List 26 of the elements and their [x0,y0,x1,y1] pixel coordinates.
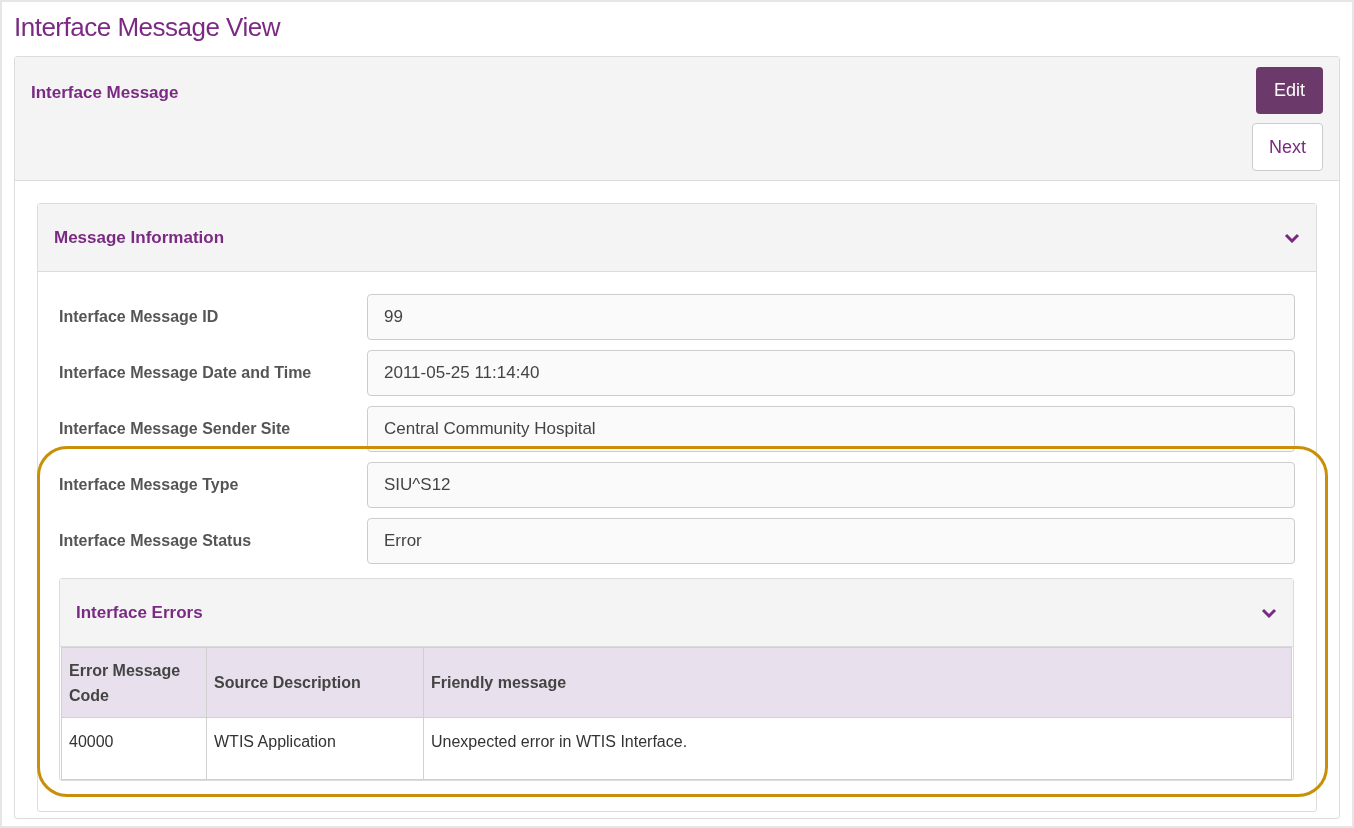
column-header: Error Message Code [61,647,207,718]
text-field[interactable]: Central Community Hospital [367,406,1295,452]
text-field[interactable]: Error [367,518,1295,564]
field-label: Interface Message Type [59,475,240,495]
table-cell: WTIS Application [206,717,424,780]
page-title: Interface Message View [13,11,282,44]
section-title: Message Information [54,226,225,249]
text-field[interactable]: 2011-05-25 11:14:40 [367,350,1295,396]
column-header: Friendly message [423,647,1292,718]
table-cell: 40000 [61,717,207,780]
chevron-down-icon[interactable] [1261,607,1277,618]
next-button[interactable]: Next [1252,123,1323,171]
text-field[interactable]: SIU^S12 [367,462,1295,508]
field-label: Interface Message Status [59,531,253,551]
field-label: Interface Message Sender Site [59,419,292,439]
edit-button[interactable]: Edit [1255,67,1323,114]
section-header[interactable]: Interface Errors [60,579,1293,647]
section-title: Interface Errors [76,601,203,624]
panel-title: Interface Message [31,82,179,104]
field-label: Interface Message Date and Time [59,363,313,383]
chevron-down-icon[interactable] [1284,232,1300,243]
table-cell: Unexpected error in WTIS Interface. [423,717,1292,780]
section-header[interactable]: Message Information [38,204,1316,272]
text-field[interactable]: 99 [367,294,1295,340]
field-label: Interface Message ID [59,307,220,327]
column-header: Source Description [206,647,424,718]
